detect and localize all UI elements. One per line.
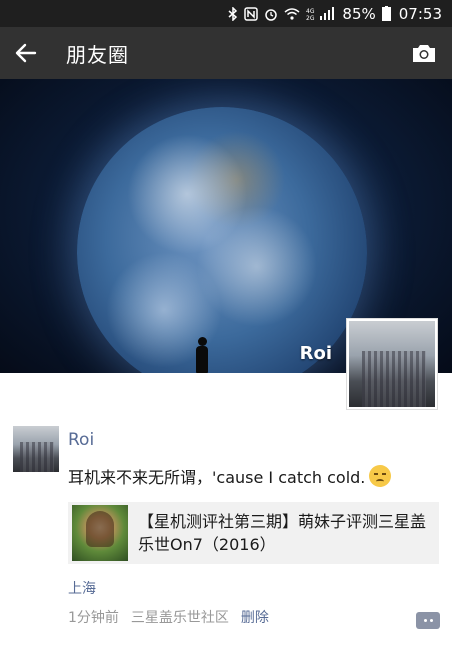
camera-button[interactable] [406,35,442,71]
battery-icon [381,6,391,21]
4g-signal-icon: 4G 2G [306,6,335,21]
app-header: 朋友圈 [0,27,452,79]
delete-button[interactable]: 删除 [241,607,269,627]
svg-text:2G: 2G [306,15,315,21]
pensive-emoji-icon [369,465,392,487]
page-title: 朋友圈 [66,42,129,67]
post-source[interactable]: 三星盖乐世社区 [131,607,229,627]
battery-percent: 85% [342,4,376,23]
post-author-avatar[interactable] [13,426,59,472]
status-clock: 07:53 [398,4,442,23]
svg-text:4G: 4G [306,8,315,15]
more-dots-icon [423,619,427,622]
cover-user-name: Roi [299,343,332,364]
post-time: 1分钟前 [68,610,119,626]
nfc-icon [244,6,259,21]
post-meta: 1分钟前 三星盖乐世社区 删除 [68,607,281,627]
shared-link-card[interactable]: 【星机测评社第三期】萌妹子评测三星盖乐世On7（2016） [68,502,439,564]
earth-image [77,107,367,373]
status-bar: 4G 2G 85% 07:53 [0,0,452,27]
alarm-icon [264,7,278,21]
post-text: 耳机来不来无所谓，'cause I catch cold. [68,464,392,488]
back-arrow-icon [15,43,37,63]
post-author-name[interactable]: Roi [68,430,94,450]
link-card-title: 【星机测评社第三期】萌妹子评测三星盖乐世On7（2016） [138,512,427,554]
wifi-icon [284,7,300,20]
bluetooth-icon [228,6,238,21]
profile-avatar[interactable] [346,318,438,410]
person-silhouette [196,337,210,373]
comment-action-button[interactable] [416,612,440,629]
back-button[interactable] [0,27,52,79]
link-thumbnail [72,505,128,561]
post-text-content: 耳机来不来无所谓，'cause I catch cold. [68,468,366,487]
camera-icon [413,45,435,62]
post-location[interactable]: 上海 [68,578,96,598]
